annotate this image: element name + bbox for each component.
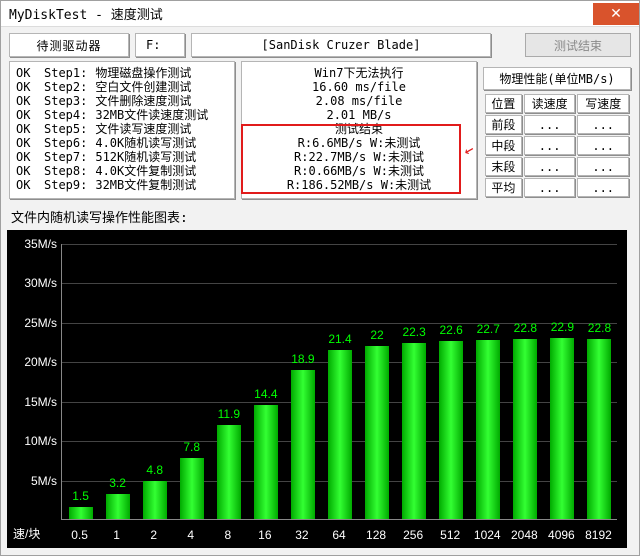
chart-bar bbox=[180, 458, 204, 520]
app-window: MyDiskTest - 速度测试 ✕ 待测驱动器 F: [SanDisk Cr… bbox=[0, 0, 640, 556]
chart-x-tick: 4096 bbox=[543, 528, 579, 542]
chart-x-tick: 0.5 bbox=[62, 528, 98, 542]
step-line: OKStep7:512K随机读写测试 bbox=[16, 150, 228, 164]
chart-bar-label: 4.8 bbox=[138, 463, 172, 477]
chart-y-tick: 25M/s bbox=[7, 316, 57, 330]
drive-letter-field[interactable]: F: bbox=[135, 33, 185, 57]
chart-bar bbox=[254, 405, 278, 519]
window-title: MyDiskTest - 速度测试 bbox=[1, 4, 171, 23]
info-line: R:186.52MB/s W:未测试 bbox=[248, 178, 470, 192]
chart-bar bbox=[476, 340, 500, 519]
steps-panel: OKStep1:物理磁盘操作测试OKStep2:空白文件创建测试OKStep3:… bbox=[9, 61, 235, 199]
phys-header: 物理性能(单位MB/s) bbox=[483, 67, 631, 90]
chart-y-tick: 30M/s bbox=[7, 276, 57, 290]
finish-button[interactable]: 测试结束 bbox=[525, 33, 631, 57]
chart-x-tick: 512 bbox=[432, 528, 468, 542]
chart-bar-label: 11.9 bbox=[212, 407, 246, 421]
chart-x-tick: 256 bbox=[395, 528, 431, 542]
chart-bar-label: 1.5 bbox=[64, 489, 98, 503]
chart-x-tick: 128 bbox=[358, 528, 394, 542]
chart-x-tick: 16 bbox=[247, 528, 283, 542]
chart-bar-label: 21.4 bbox=[323, 332, 357, 346]
chart-bar bbox=[513, 339, 537, 519]
device-name: [SanDisk Cruzer Blade] bbox=[191, 33, 491, 57]
info-line: 2.08 ms/file bbox=[248, 94, 470, 108]
chart-x-tick: 4 bbox=[173, 528, 209, 542]
info-line: R:22.7MB/s W:未测试 bbox=[248, 150, 470, 164]
step-line: OKStep6:4.0K随机读写测试 bbox=[16, 136, 228, 150]
chart-bar-label: 22.8 bbox=[508, 321, 542, 335]
chart-x-tick: 1024 bbox=[469, 528, 505, 542]
chart-bar bbox=[439, 341, 463, 519]
chart-bar bbox=[217, 425, 241, 519]
chart-bar-label: 22.3 bbox=[397, 325, 431, 339]
step-line: OKStep9:32MB文件复制测试 bbox=[16, 178, 228, 192]
chart-y-tick: 35M/s bbox=[7, 237, 57, 251]
chart-bar bbox=[402, 343, 426, 519]
chart-y-tick: 5M/s bbox=[7, 474, 57, 488]
close-button[interactable]: ✕ bbox=[593, 3, 639, 25]
step-line: OKStep2:空白文件创建测试 bbox=[16, 80, 228, 94]
chart-x-tick: 32 bbox=[284, 528, 320, 542]
chart-x-tick: 64 bbox=[321, 528, 357, 542]
chart-title: 文件内随机读写操作性能图表: bbox=[11, 207, 631, 226]
chart-y-tick: 10M/s bbox=[7, 434, 57, 448]
chart-bar-label: 22.8 bbox=[582, 321, 616, 335]
chart-bar-label: 7.8 bbox=[175, 440, 209, 454]
chart-bar bbox=[365, 346, 389, 519]
phys-table: 位置读速度写速度前段......中段......末段......平均...... bbox=[483, 92, 631, 199]
info-line: 测试结束 bbox=[248, 122, 470, 136]
chart-bar bbox=[143, 481, 167, 519]
chart-bar bbox=[328, 350, 352, 519]
chart-x-axis-title: 速/块 bbox=[13, 525, 40, 542]
chart-bar bbox=[550, 338, 574, 519]
step-line: OKStep4:32MB文件读速度测试 bbox=[16, 108, 228, 122]
chart-x-tick: 8192 bbox=[580, 528, 616, 542]
chart-y-tick: 20M/s bbox=[7, 355, 57, 369]
bar-chart: 1.53.24.87.811.914.418.921.42222.322.622… bbox=[7, 230, 627, 548]
close-icon: ✕ bbox=[610, 5, 622, 22]
chart-x-tick: 8 bbox=[210, 528, 246, 542]
chart-x-tick: 2048 bbox=[506, 528, 542, 542]
chart-bar-label: 22 bbox=[360, 328, 394, 342]
step-line: OKStep3:文件删除速度测试 bbox=[16, 94, 228, 108]
titlebar[interactable]: MyDiskTest - 速度测试 ✕ bbox=[1, 1, 639, 27]
chart-bar-label: 18.9 bbox=[286, 352, 320, 366]
chart-bar-label: 3.2 bbox=[101, 476, 135, 490]
chart-x-tick: 2 bbox=[136, 528, 172, 542]
step-line: OKStep8:4.0K文件复制测试 bbox=[16, 164, 228, 178]
step-line: OKStep1:物理磁盘操作测试 bbox=[16, 66, 228, 80]
waiting-drive-label: 待测驱动器 bbox=[9, 33, 129, 57]
chart-bar bbox=[69, 507, 93, 519]
info-line: R:0.66MB/s W:未测试 bbox=[248, 164, 470, 178]
chart-bar-label: 14.4 bbox=[249, 387, 283, 401]
chart-x-tick: 1 bbox=[99, 528, 135, 542]
info-line: 2.01 MB/s bbox=[248, 108, 470, 122]
info-panel: Win7下无法执行16.60 ms/file2.08 ms/file2.01 M… bbox=[241, 61, 477, 199]
chart-bar-label: 22.7 bbox=[471, 322, 505, 336]
chart-bar bbox=[291, 370, 315, 519]
chart-y-tick: 15M/s bbox=[7, 395, 57, 409]
chart-bar-label: 22.6 bbox=[434, 323, 468, 337]
step-line: OKStep5:文件读写速度测试 bbox=[16, 122, 228, 136]
chart-bar-label: 22.9 bbox=[545, 320, 579, 334]
info-header: Win7下无法执行 bbox=[248, 66, 470, 80]
chart-bar bbox=[587, 339, 611, 519]
info-line: 16.60 ms/file bbox=[248, 80, 470, 94]
chart-bar bbox=[106, 494, 130, 519]
info-line: R:6.6MB/s W:未测试 bbox=[248, 136, 470, 150]
